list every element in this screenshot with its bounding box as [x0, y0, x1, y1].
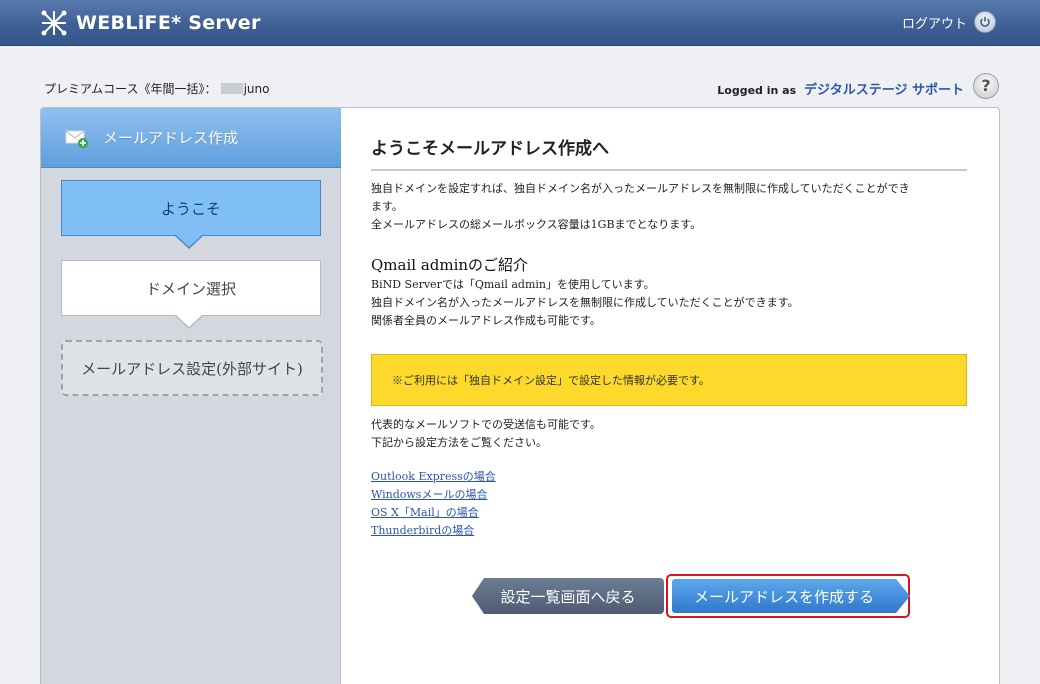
step-domain-select[interactable]: ドメイン選択 — [61, 260, 321, 316]
qmail-line: 関係者全員のメールアドレス作成も可能です。 — [371, 314, 601, 327]
back-button-label: 設定一覧画面へ戻る — [500, 587, 636, 606]
logout-label: ログアウト — [901, 16, 967, 32]
login-info: Logged in as デジタルステージ サポート — [717, 79, 964, 98]
network-logo-icon — [41, 10, 67, 36]
course-label: プレミアムコース《年間一括》： — [44, 82, 217, 96]
mail-add-icon — [65, 129, 88, 148]
intro-line: 全メールアドレスの総メールボックス容量は1GBまでとなります。 — [371, 218, 702, 231]
sidebar-header: メールアドレス作成 — [41, 108, 341, 168]
create-button-label: メールアドレスを作成する — [693, 587, 874, 606]
step-label: メールアドレス設定(外部サイト) — [81, 359, 303, 378]
power-icon — [974, 11, 996, 33]
top-bar: WEBLiFE* Server ログアウト — [0, 0, 1040, 46]
question-icon: ? — [981, 76, 991, 95]
intro-line: ます。 — [371, 200, 403, 213]
requirement-notice: ※ご利用には「独自ドメイン設定」で設定した情報が必要です。 — [371, 354, 967, 406]
mail-soft-text: 代表的なメールソフトでの受送信も可能です。 下記から設定方法をご覧ください。 — [371, 416, 967, 452]
qmail-line: BiND Serverでは「Qmail admin」を使用しています。 — [371, 278, 655, 291]
step-arrow-fill — [176, 315, 202, 327]
create-button-highlight: メールアドレスを作成する — [666, 574, 910, 618]
mail-soft-line: 代表的なメールソフトでの受送信も可能です。 — [371, 418, 601, 431]
setup-links: Outlook Expressの場合 Windowsメールの場合 OS X「Ma… — [371, 468, 496, 540]
step-label: ようこそ — [160, 199, 221, 218]
link-outlook-express[interactable]: Outlook Expressの場合 — [371, 468, 496, 486]
logged-in-label: Logged in as — [717, 84, 797, 97]
notice-text: ※ご利用には「独自ドメイン設定」で設定した情報が必要です。 — [392, 374, 710, 387]
course-info: プレミアムコース《年間一括》： juno — [44, 80, 269, 97]
link-osx-mail[interactable]: OS X「Mail」の場合 — [371, 504, 496, 522]
account-name: juno — [243, 82, 270, 96]
sidebar-title: メールアドレス作成 — [103, 129, 239, 147]
step-welcome[interactable]: ようこそ — [61, 180, 321, 236]
intro-text: 独自ドメインを設定すれば、独自ドメイン名が入ったメールアドレスを無制限に作成して… — [371, 180, 967, 234]
back-to-settings-button[interactable]: 設定一覧画面へ戻る — [472, 578, 664, 614]
app-logo[interactable]: WEBLiFE* Server — [40, 9, 261, 37]
step-mail-settings-external[interactable]: メールアドレス設定(外部サイト) — [61, 340, 323, 396]
user-name[interactable]: デジタルステージ サポート — [804, 83, 964, 98]
mail-soft-line: 下記から設定方法をご覧ください。 — [371, 436, 547, 449]
page-title: ようこそメールアドレス作成へ — [371, 134, 967, 171]
step-arrow-fill — [176, 235, 202, 247]
link-thunderbird[interactable]: Thunderbirdの場合 — [371, 522, 496, 540]
main-panel: メールアドレス作成 ようこそ ドメイン選択 メールアドレス設定(外部サイト) よ… — [40, 107, 1000, 684]
sidebar: メールアドレス作成 ようこそ ドメイン選択 メールアドレス設定(外部サイト) — [41, 108, 341, 684]
qmail-text: BiND Serverでは「Qmail admin」を使用しています。 独自ドメ… — [371, 276, 967, 330]
step-label: ドメイン選択 — [145, 279, 236, 298]
help-button[interactable]: ? — [973, 73, 999, 99]
logout-button[interactable]: ログアウト — [902, 11, 996, 33]
masked-text — [220, 83, 243, 94]
qmail-heading: Qmail adminのご紹介 — [371, 256, 529, 274]
link-windows-mail[interactable]: Windowsメールの場合 — [371, 486, 496, 504]
create-mail-address-button[interactable]: メールアドレスを作成する — [672, 579, 910, 613]
intro-line: 独自ドメインを設定すれば、独自ドメイン名が入ったメールアドレスを無制限に作成して… — [371, 182, 910, 195]
qmail-line: 独自ドメイン名が入ったメールアドレスを無制限に作成していただくことができます。 — [371, 296, 799, 309]
app-name: WEBLiFE* Server — [76, 12, 261, 34]
